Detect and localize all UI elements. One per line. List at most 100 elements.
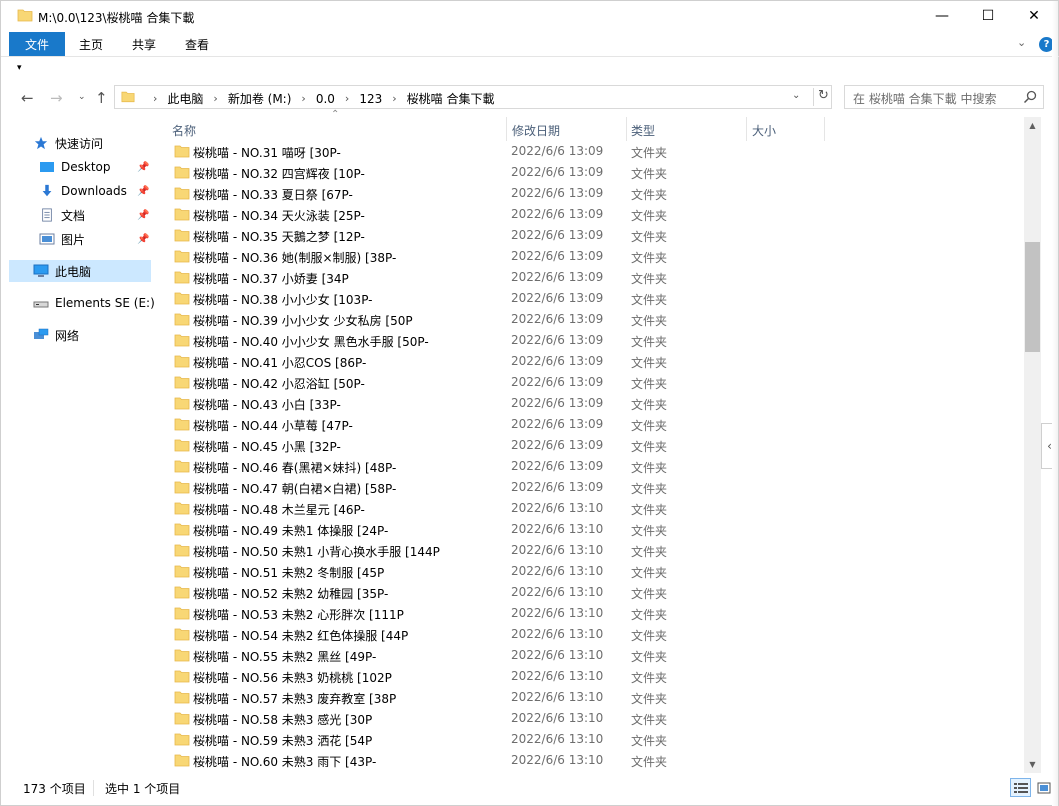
nav-quick-access[interactable]: 快速访问 (33, 132, 175, 154)
breadcrumb-separator[interactable]: › (392, 92, 396, 105)
nav-downloads[interactable]: Downloads 📌 (39, 180, 181, 202)
folder-icon (174, 544, 190, 557)
minimize-button[interactable]: — (919, 1, 965, 31)
table-row[interactable]: 桜桃喵 - NO.54 未熟2 红色体操服 [44P 2022/6/6 13:10… (164, 624, 1024, 645)
pin-icon[interactable]: 📌 (137, 234, 149, 245)
table-row[interactable]: 桜桃喵 - NO.40 小小少女 黑色水手服 [50P- 2022/6/6 13:… (164, 330, 1024, 351)
vertical-scrollbar[interactable]: ▲ ▼ (1024, 117, 1041, 773)
table-row[interactable]: 桜桃喵 - NO.38 小小少女 [103P- 2022/6/6 13:09 文件夹 (164, 288, 1024, 309)
details-view-button[interactable] (1010, 778, 1031, 797)
maximize-button[interactable]: ☐ (965, 1, 1011, 31)
breadcrumb-folder-00[interactable]: 0.0 (316, 92, 335, 106)
scroll-up-icon[interactable]: ▲ (1024, 117, 1041, 134)
scroll-down-icon[interactable]: ▼ (1024, 756, 1041, 773)
table-row[interactable]: 桜桃喵 - NO.44 小草莓 [47P- 2022/6/6 13:09 文件夹 (164, 414, 1024, 435)
table-row[interactable]: 桜桃喵 - NO.60 未熟3 雨下 [43P- 2022/6/6 13:10 文件… (164, 750, 1024, 771)
table-row[interactable]: 桜桃喵 - NO.31 喵呀 [30P- 2022/6/6 13:09 文件夹 (164, 141, 1024, 162)
file-date: 2022/6/6 13:10 (511, 501, 604, 515)
breadcrumb-folder-123[interactable]: 123 (359, 92, 382, 106)
table-row[interactable]: 桜桃喵 - NO.45 小黑 [32P- 2022/6/6 13:09 文件夹 (164, 435, 1024, 456)
search-icon[interactable] (1023, 90, 1037, 104)
breadcrumb-this-pc[interactable]: 此电脑 (167, 90, 203, 107)
refresh-icon[interactable]: ↻ (813, 88, 829, 106)
column-divider[interactable] (626, 117, 627, 141)
breadcrumb-separator[interactable]: › (153, 92, 157, 105)
table-row[interactable]: 桜桃喵 - NO.50 未熟1 小背心换水手服 [144P 2022/6/6 13… (164, 540, 1024, 561)
table-row[interactable]: 桜桃喵 - NO.47 朝(白裙×白裙) [58P- 2022/6/6 13:09… (164, 477, 1024, 498)
recent-locations-icon[interactable]: ⌄ (78, 92, 86, 102)
table-row[interactable]: 桜桃喵 - NO.34 天火泳装 [25P- 2022/6/6 13:09 文件夹 (164, 204, 1024, 225)
table-row[interactable]: 桜桃喵 - NO.59 未熟3 洒花 [54P 2022/6/6 13:10 文件夹 (164, 729, 1024, 750)
file-type: 文件夹 (631, 545, 668, 559)
table-row[interactable]: 桜桃喵 - NO.49 未熟1 体操服 [24P- 2022/6/6 13:10 文… (164, 519, 1024, 540)
back-icon[interactable]: ← (21, 89, 34, 107)
tab-home[interactable]: 主页 (79, 32, 103, 56)
table-row[interactable]: 桜桃喵 - NO.42 小忍浴缸 [50P- 2022/6/6 13:09 文件夹 (164, 372, 1024, 393)
breadcrumb-current-folder[interactable]: 桜桃喵 合集下載 (407, 90, 495, 107)
table-row[interactable]: 桜桃喵 - NO.36 她(制服×制服) [38P- 2022/6/6 13:09… (164, 246, 1024, 267)
tab-view[interactable]: 查看 (185, 32, 209, 56)
table-row[interactable]: 桜桃喵 - NO.56 未熟3 奶桃桃 [102P 2022/6/6 13:10 文… (164, 666, 1024, 687)
expand-ribbon-icon[interactable]: ⌄ (1017, 36, 1026, 49)
breadcrumb-drive[interactable]: 新加卷 (M:) (228, 90, 292, 107)
pin-icon[interactable]: 📌 (137, 162, 149, 173)
table-row[interactable]: 桜桃喵 - NO.35 天鵝之梦 [12P- 2022/6/6 13:09 文件夹 (164, 225, 1024, 246)
column-header-date[interactable]: 修改日期 (512, 122, 560, 139)
file-type: 文件夹 (631, 293, 668, 307)
breadcrumb-separator[interactable]: › (301, 92, 305, 105)
table-row[interactable]: 桜桃喵 - NO.43 小白 [33P- 2022/6/6 13:09 文件夹 (164, 393, 1024, 414)
breadcrumb-separator[interactable]: › (345, 92, 349, 105)
up-icon[interactable]: ↑ (95, 89, 108, 107)
pin-icon[interactable]: 📌 (137, 186, 149, 197)
nav-quick-access-label: 快速访问 (55, 136, 104, 151)
navigation-pane: 快速访问 Desktop 📌 Downloads 📌 文档 📌 图片 📌 此电脑… (9, 121, 157, 771)
scrollbar-thumb[interactable] (1025, 242, 1040, 352)
table-row[interactable]: 桜桃喵 - NO.33 夏日祭 [67P- 2022/6/6 13:09 文件夹 (164, 183, 1024, 204)
nav-network[interactable]: 网络 (33, 324, 175, 346)
quick-access-toolbar-customize[interactable]: ▾ (17, 63, 22, 73)
nav-pictures[interactable]: 图片 📌 (39, 228, 181, 250)
folder-icon (174, 691, 190, 704)
address-bar[interactable]: › 此电脑 › 新加卷 (M:) › 0.0 › 123 › 桜桃喵 合集下載 … (114, 85, 832, 109)
file-date: 2022/6/6 13:10 (511, 543, 604, 557)
table-row[interactable]: 桜桃喵 - NO.48 木兰星元 [46P- 2022/6/6 13:10 文件夹 (164, 498, 1024, 519)
table-row[interactable]: 桜桃喵 - NO.37 小娇妻 [34P 2022/6/6 13:09 文件夹 (164, 267, 1024, 288)
column-divider[interactable] (506, 117, 507, 141)
tab-share[interactable]: 共享 (132, 32, 156, 56)
file-type: 文件夹 (631, 650, 668, 664)
search-input[interactable]: 在 桜桃喵 合集下載 中搜索 (844, 85, 1044, 109)
nav-documents[interactable]: 文档 📌 (39, 204, 181, 226)
nav-drive-e[interactable]: Elements SE (E:) (33, 292, 175, 314)
file-type: 文件夹 (631, 419, 668, 433)
table-row[interactable]: 桜桃喵 - NO.52 未熟2 幼稚园 [35P- 2022/6/6 13:10 文… (164, 582, 1024, 603)
folder-icon (174, 355, 190, 368)
table-row[interactable]: 桜桃喵 - NO.57 未熟3 废弃教室 [38P 2022/6/6 13:10 文… (164, 687, 1024, 708)
table-row[interactable]: 桜桃喵 - NO.55 未熟2 黑丝 [49P- 2022/6/6 13:10 文件… (164, 645, 1024, 666)
address-dropdown-icon[interactable]: ⌄ (792, 90, 800, 101)
table-row[interactable]: 桜桃喵 - NO.41 小忍COS [86P- 2022/6/6 13:09 文件夹 (164, 351, 1024, 372)
table-row[interactable]: 桜桃喵 - NO.39 小小少女 少女私房 [50P 2022/6/6 13:09… (164, 309, 1024, 330)
column-header-type[interactable]: 类型 (631, 122, 655, 139)
forward-icon[interactable]: → (50, 89, 63, 107)
nav-network-label: 网络 (55, 328, 80, 343)
table-row[interactable]: 桜桃喵 - NO.51 未熟2 冬制服 [45P 2022/6/6 13:10 文件… (164, 561, 1024, 582)
table-row[interactable]: 桜桃喵 - NO.46 春(黑裙×妹抖) [48P- 2022/6/6 13:09… (164, 456, 1024, 477)
table-row[interactable]: 桜桃喵 - NO.32 四宫辉夜 [10P- 2022/6/6 13:09 文件夹 (164, 162, 1024, 183)
column-divider[interactable] (746, 117, 747, 141)
breadcrumb-separator[interactable]: › (213, 92, 217, 105)
file-date: 2022/6/6 13:10 (511, 564, 604, 578)
nav-this-pc[interactable]: 此电脑 (9, 260, 151, 282)
column-header-name[interactable]: 名称 (172, 122, 196, 139)
pin-icon[interactable]: 📌 (137, 210, 149, 221)
table-row[interactable]: 桜桃喵 - NO.58 未熟3 感光 [30P 2022/6/6 13:10 文件夹 (164, 708, 1024, 729)
nav-desktop[interactable]: Desktop 📌 (39, 156, 181, 178)
column-divider[interactable] (824, 117, 825, 141)
large-icons-view-button[interactable] (1034, 778, 1054, 797)
file-name: 桜桃喵 - NO.35 天鵝之梦 [12P- (193, 230, 365, 244)
tab-file[interactable]: 文件 (9, 32, 65, 56)
column-header-size[interactable]: 大小 (752, 122, 776, 139)
file-type: 文件夹 (631, 461, 668, 475)
table-row[interactable]: 桜桃喵 - NO.53 未熟2 心形胖次 [111P 2022/6/6 13:10… (164, 603, 1024, 624)
close-button[interactable]: ✕ (1011, 1, 1057, 31)
folder-icon (174, 460, 190, 473)
